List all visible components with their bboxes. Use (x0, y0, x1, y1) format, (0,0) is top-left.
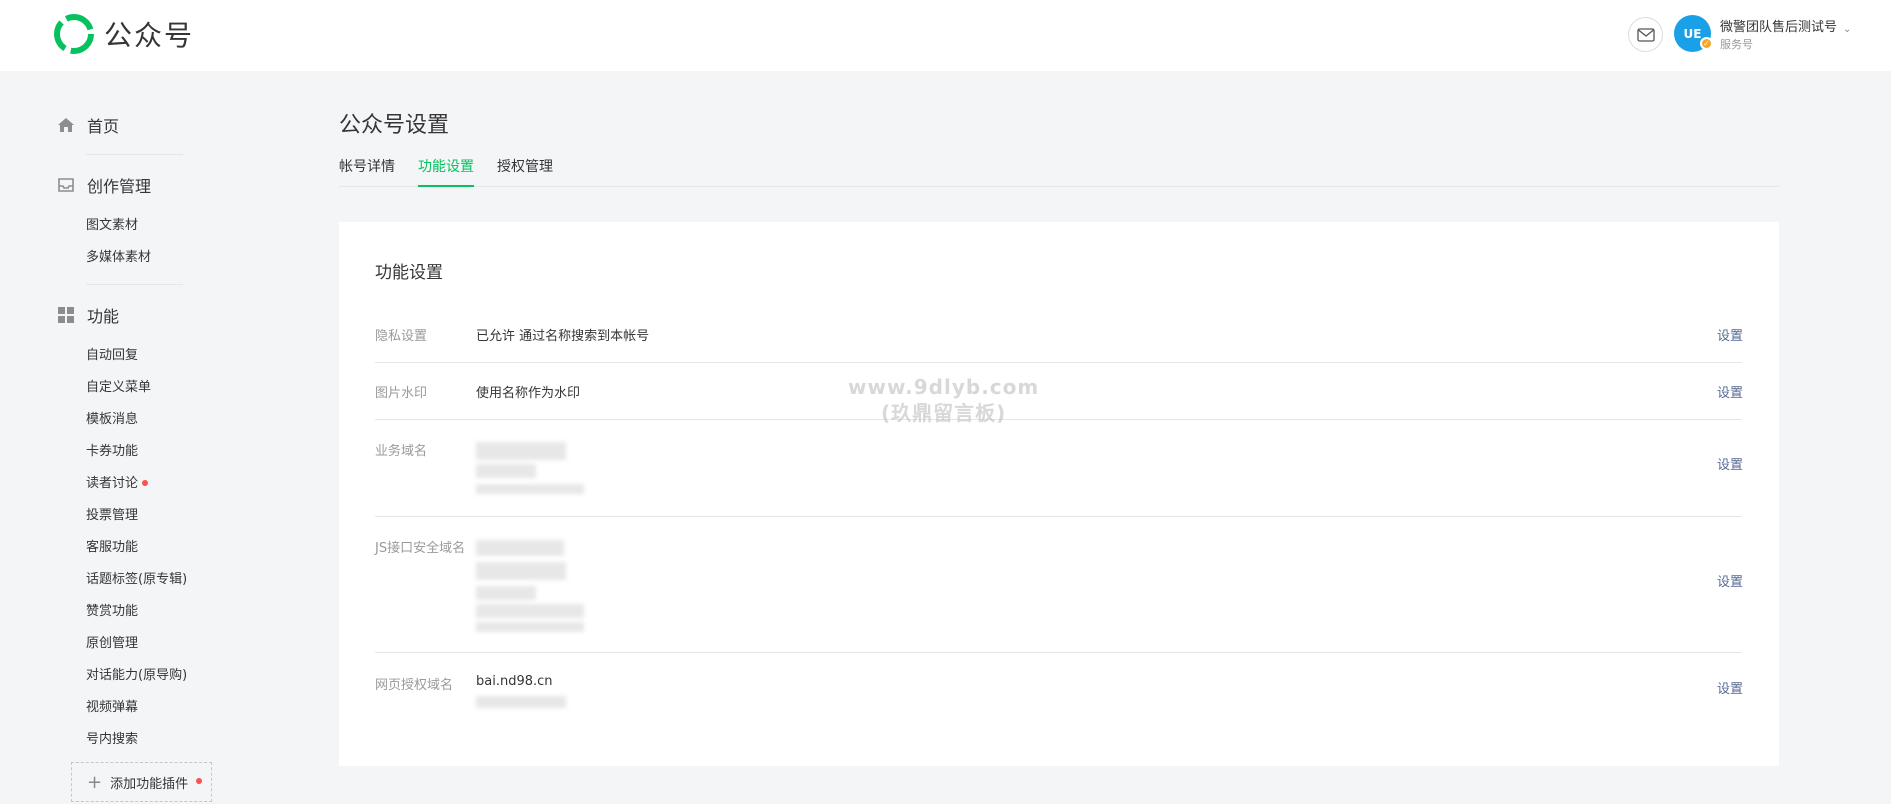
oauth-domain-settings-link[interactable]: 设置 (1717, 678, 1743, 697)
sidebar-item-topic-tags[interactable]: 话题标签(原专辑) (86, 568, 187, 587)
verified-badge-icon: ✓ (1700, 37, 1713, 50)
message-button[interactable] (1628, 17, 1663, 52)
sidebar-group-functions[interactable]: 功能 (57, 303, 119, 327)
privacy-settings-link[interactable]: 设置 (1717, 325, 1743, 344)
redacted-value (476, 484, 584, 494)
add-plugin-label: 添加功能插件 (110, 776, 189, 792)
account-name[interactable]: 微警团队售后测试号 (1720, 16, 1837, 35)
wechat-official-account-logo-icon (54, 14, 94, 54)
sidebar-item-vote[interactable]: 投票管理 (86, 504, 138, 523)
redacted-value (476, 562, 566, 580)
sidebar-item-custom-menu[interactable]: 自定义菜单 (86, 376, 151, 395)
oauth-domain-value: bai.nd98.cn (476, 674, 553, 689)
sidebar-item-in-account-search[interactable]: 号内搜索 (86, 728, 138, 747)
chevron-down-icon[interactable]: ⌄ (1843, 24, 1851, 35)
logo[interactable]: 公众号 (54, 14, 194, 54)
sidebar-item-media-material[interactable]: 多媒体素材 (86, 246, 151, 265)
business-domain-settings-link[interactable]: 设置 (1717, 454, 1743, 473)
sidebar-item-news-material[interactable]: 图文素材 (86, 214, 138, 233)
sidebar-item-home[interactable]: 首页 (57, 113, 119, 137)
logo-text: 公众号 (104, 19, 195, 52)
sidebar-item-customer-service[interactable]: 客服功能 (86, 536, 138, 555)
sidebar-item-reward[interactable]: 赞赏功能 (86, 600, 138, 619)
redacted-value (476, 586, 536, 600)
sidebar-item-dialogue[interactable]: 对话能力(原导购) (86, 664, 187, 683)
privacy-value: 已允许 通过名称搜索到本帐号 (476, 329, 650, 344)
watermark-label: 图片水印 (375, 386, 428, 401)
redacted-value (476, 464, 536, 478)
redacted-value (476, 540, 564, 556)
sidebar-item-label: 首页 (87, 117, 120, 136)
sidebar-item-video-danmaku[interactable]: 视频弹幕 (86, 696, 138, 715)
row-divider (375, 362, 1742, 363)
sidebar-item-label: 读者讨论 (86, 476, 139, 491)
sidebar-group-label: 功能 (87, 307, 120, 326)
sidebar-divider (86, 284, 183, 285)
account-type: 服务号 (1720, 38, 1753, 51)
settings-card: 功能设置 隐私设置 已允许 通过名称搜索到本帐号 设置 图片水印 使用名称作为水… (339, 222, 1779, 766)
row-divider (375, 419, 1742, 420)
top-bar: 公众号 UE ✓ 微警团队售后测试号 服务号 ⌄ (0, 0, 1891, 71)
watermark-settings-link[interactable]: 设置 (1717, 382, 1743, 401)
redacted-value (476, 604, 584, 618)
row-divider (375, 652, 1742, 653)
tab-function-settings[interactable]: 功能设置 (418, 156, 474, 187)
grid-icon (57, 306, 75, 324)
sidebar-group-creation[interactable]: 创作管理 (57, 173, 151, 197)
redacted-value (476, 622, 584, 632)
sidebar-item-reader-discussion[interactable]: 读者讨论 (86, 472, 149, 491)
privacy-label: 隐私设置 (375, 329, 428, 344)
js-domain-label: JS接口安全域名 (375, 541, 466, 556)
sidebar-divider (86, 154, 183, 155)
sidebar-item-original[interactable]: 原创管理 (86, 632, 138, 651)
home-icon (57, 116, 75, 134)
business-domain-label: 业务域名 (375, 444, 428, 459)
oauth-domain-label: 网页授权域名 (375, 678, 454, 693)
card-title: 功能设置 (375, 263, 443, 283)
inbox-icon (57, 176, 75, 194)
notification-dot (196, 778, 203, 784)
tab-bar: 帐号详情 功能设置 授权管理 (339, 156, 1779, 187)
row-divider (375, 516, 1742, 517)
notification-dot (142, 479, 149, 486)
tab-authorization[interactable]: 授权管理 (497, 156, 553, 187)
page-title: 公众号设置 (339, 113, 450, 138)
add-plugin-button[interactable]: + 添加功能插件 (71, 762, 212, 802)
mail-icon (1636, 27, 1655, 42)
sidebar-item-template-message[interactable]: 模板消息 (86, 408, 138, 427)
plus-icon: + (87, 771, 103, 793)
redacted-value (476, 442, 566, 460)
watermark-value: 使用名称作为水印 (476, 386, 581, 401)
sidebar-group-label: 创作管理 (87, 177, 152, 196)
tab-account-details[interactable]: 帐号详情 (339, 156, 395, 187)
redacted-value (476, 696, 566, 708)
js-domain-settings-link[interactable]: 设置 (1717, 571, 1743, 590)
sidebar-item-auto-reply[interactable]: 自动回复 (86, 344, 138, 363)
sidebar-item-card-coupon[interactable]: 卡券功能 (86, 440, 138, 459)
